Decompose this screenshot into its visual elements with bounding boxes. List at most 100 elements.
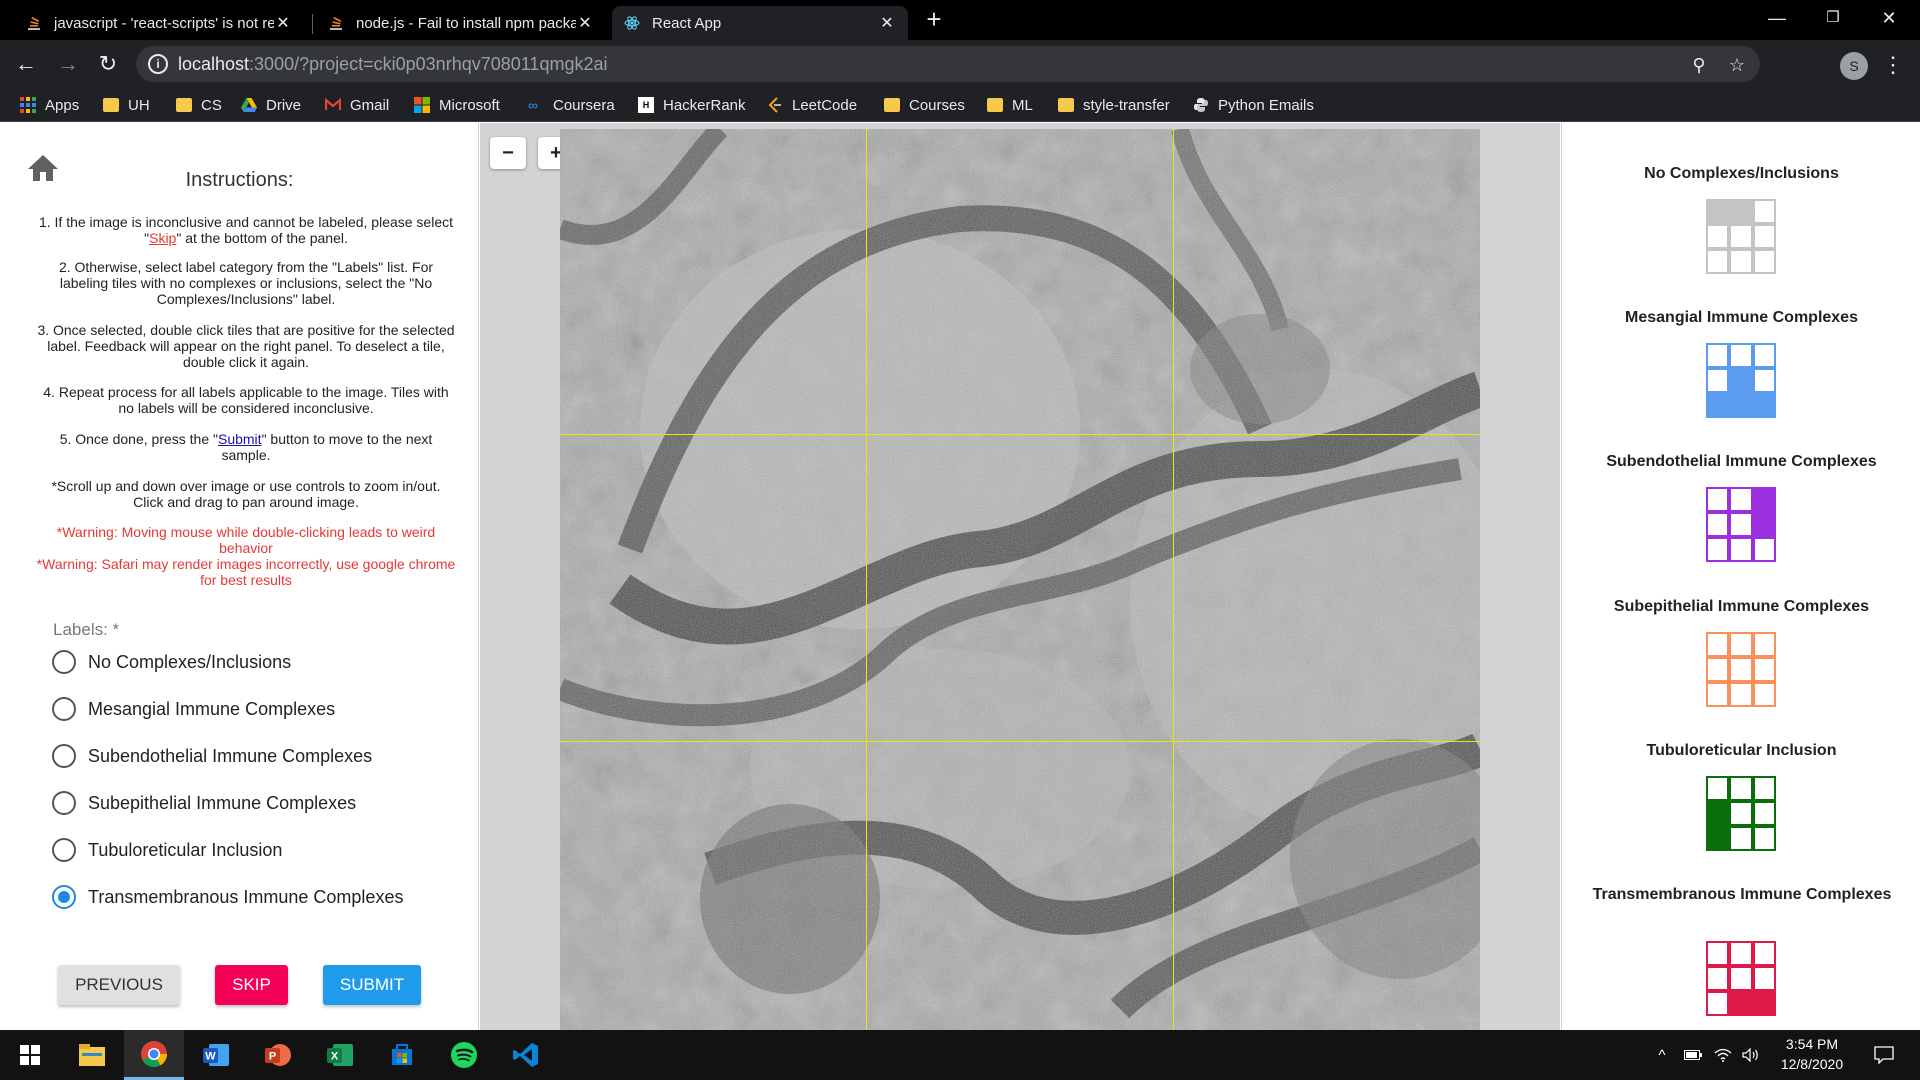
- wifi-icon[interactable]: [1712, 1030, 1734, 1080]
- legend-title-mesangial: Mesangial Immune Complexes: [1625, 309, 1858, 326]
- restore-icon[interactable]: ❐: [1802, 0, 1864, 36]
- label-option-subepithelial[interactable]: Subepithelial Immune Complexes: [52, 788, 356, 818]
- clock-date: 12/8/2020: [1780, 1056, 1844, 1072]
- volume-icon[interactable]: [1740, 1030, 1762, 1080]
- submit-link[interactable]: Submit: [218, 431, 262, 447]
- react-icon: [624, 15, 640, 31]
- chrome-icon[interactable]: [124, 1030, 184, 1080]
- system-clock[interactable]: 3:54 PM 12/8/2020: [1770, 1034, 1854, 1074]
- bookmark-coursera[interactable]: ∞ Coursera: [528, 93, 615, 117]
- previous-button[interactable]: PREVIOUS: [58, 965, 180, 1005]
- legend-tile-cell: [1706, 537, 1730, 562]
- word-icon[interactable]: W: [186, 1030, 246, 1080]
- legend-tile-cell: [1706, 224, 1730, 249]
- label-option-subendothelial[interactable]: Subendothelial Immune Complexes: [52, 741, 372, 771]
- tab-title: javascript - 'react-scripts' is not re: [54, 14, 274, 32]
- legend-tile-cell: [1706, 657, 1730, 682]
- new-tab-button[interactable]: +: [920, 6, 948, 34]
- bookmark-microsoft[interactable]: Microsoft: [414, 93, 500, 117]
- forward-icon[interactable]: →: [52, 48, 84, 80]
- excel-icon[interactable]: X: [310, 1030, 370, 1080]
- tab-close-icon[interactable]: ✕: [274, 13, 292, 33]
- legend-tile-cell: [1706, 682, 1730, 707]
- bookmark-gmail[interactable]: Gmail: [324, 93, 389, 117]
- legend-tile-cell: [1729, 632, 1753, 657]
- label-option-tubuloreticular[interactable]: Tubuloreticular Inclusion: [52, 835, 282, 865]
- profile-avatar[interactable]: S: [1840, 52, 1868, 80]
- legend-tile-cell: [1706, 249, 1730, 274]
- windows-start-icon[interactable]: [0, 1030, 60, 1080]
- bookmarks-bar: Apps UH CS Drive Gmail Microsoft ∞ Cours…: [0, 88, 1920, 122]
- bookmark-folder-style-transfer[interactable]: style-transfer: [1058, 93, 1170, 117]
- reload-icon[interactable]: ↻: [92, 48, 124, 80]
- menu-kebab-icon[interactable]: ⋮: [1882, 50, 1904, 80]
- label-option-transmembranous[interactable]: Transmembranous Immune Complexes: [52, 882, 403, 912]
- submit-button[interactable]: SUBMIT: [323, 965, 421, 1005]
- zoom-out-button[interactable]: −: [490, 137, 526, 169]
- url-text: localhost:3000/?project=cki0p03nrhqv7080…: [178, 54, 608, 74]
- microscopy-image[interactable]: [560, 129, 1480, 1030]
- tab-close-icon[interactable]: ✕: [576, 13, 594, 33]
- bookmark-label: Courses: [909, 96, 965, 114]
- legend-tile-cell: [1752, 512, 1776, 537]
- show-hidden-icons-chevron-icon[interactable]: ^: [1652, 1030, 1672, 1080]
- close-window-icon[interactable]: ✕: [1858, 0, 1920, 36]
- browser-tab-1[interactable]: javascript - 'react-scripts' is not re ✕: [14, 6, 304, 40]
- google-drive-icon: [241, 97, 257, 113]
- bookmark-folder-courses[interactable]: Courses: [884, 93, 965, 117]
- radio-button[interactable]: [52, 650, 76, 674]
- bookmark-apps[interactable]: Apps: [20, 93, 79, 117]
- legend-tile-cell: [1729, 199, 1753, 224]
- svg-text:P: P: [269, 1051, 276, 1063]
- vscode-icon[interactable]: [496, 1030, 556, 1080]
- url-input[interactable]: i localhost:3000/?project=cki0p03nrhqv70…: [136, 46, 1760, 82]
- windows-taskbar: W P X ^ 3:54 PM 12/8/2020: [0, 1030, 1920, 1080]
- minimize-icon[interactable]: —: [1746, 0, 1808, 36]
- bookmark-label: Coursera: [553, 96, 615, 114]
- bookmark-drive[interactable]: Drive: [241, 93, 301, 117]
- file-explorer-icon[interactable]: [62, 1030, 122, 1080]
- spotify-icon[interactable]: [434, 1030, 494, 1080]
- bookmark-folder-cs[interactable]: CS: [176, 93, 222, 117]
- bookmark-leetcode[interactable]: LeetCode: [767, 93, 857, 117]
- zoom-search-icon[interactable]: ⚲: [1688, 54, 1710, 76]
- radio-button[interactable]: [52, 744, 76, 768]
- legend-tile-cell: [1729, 966, 1753, 991]
- microsoft-store-icon[interactable]: [372, 1030, 432, 1080]
- legend-tile-cell: [1706, 393, 1730, 418]
- back-icon[interactable]: ←: [10, 48, 42, 80]
- skip-button[interactable]: SKIP: [215, 965, 288, 1005]
- legend-tile-cell: [1706, 343, 1730, 368]
- bookmark-python-emails[interactable]: Python Emails: [1193, 93, 1314, 117]
- browser-tab-3-active[interactable]: React App ✕: [612, 6, 908, 40]
- python-icon: [1193, 97, 1209, 113]
- legend-title-subepithelial: Subepithelial Immune Complexes: [1613, 598, 1870, 615]
- legend-tile-cell: [1706, 512, 1730, 537]
- powerpoint-icon[interactable]: P: [248, 1030, 308, 1080]
- radio-button[interactable]: [52, 697, 76, 721]
- label-option-mesangial[interactable]: Mesangial Immune Complexes: [52, 694, 335, 724]
- notifications-icon[interactable]: [1866, 1030, 1902, 1080]
- tile-grid-subepithelial: [1706, 632, 1776, 707]
- image-viewer[interactable]: − +: [480, 123, 1560, 1030]
- gmail-icon: [324, 97, 342, 113]
- label-option-no-complexes[interactable]: No Complexes/Inclusions: [52, 647, 291, 677]
- tile-grid-transmembranous: [1706, 941, 1776, 1016]
- address-bar: ← → ↻ i localhost:3000/?project=cki0p03n…: [0, 40, 1920, 88]
- bookmark-folder-uh[interactable]: UH: [103, 93, 150, 117]
- legend-tile-cell: [1752, 224, 1776, 249]
- tab-close-icon[interactable]: ✕: [878, 13, 896, 33]
- radio-button[interactable]: [52, 838, 76, 862]
- radio-button-selected[interactable]: [52, 885, 76, 909]
- legend-tile-cell: [1729, 941, 1753, 966]
- tile-grid-no-complexes: [1706, 199, 1776, 274]
- site-info-icon[interactable]: i: [148, 54, 168, 74]
- radio-button[interactable]: [52, 791, 76, 815]
- bookmark-hackerrank[interactable]: H HackerRank: [638, 93, 746, 117]
- bookmark-star-icon[interactable]: ☆: [1726, 54, 1748, 76]
- tile-grid-subendothelial: [1706, 487, 1776, 562]
- skip-link[interactable]: Skip: [149, 230, 176, 246]
- bookmark-folder-ml[interactable]: ML: [987, 93, 1033, 117]
- browser-tab-2[interactable]: node.js - Fail to install npm packa ✕: [316, 6, 606, 40]
- battery-icon[interactable]: [1682, 1030, 1704, 1080]
